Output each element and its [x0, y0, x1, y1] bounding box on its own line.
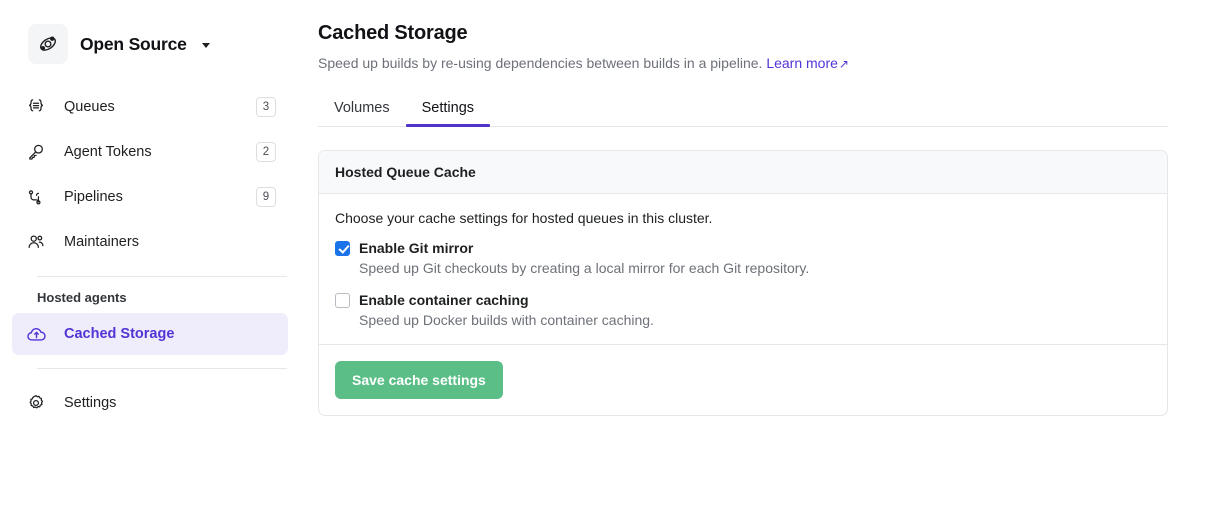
queues-icon	[26, 97, 52, 117]
org-switcher[interactable]: Open Source	[28, 24, 258, 64]
cloud-upload-icon	[26, 324, 52, 345]
sidebar-item-pipelines[interactable]: Pipelines 9	[12, 176, 288, 218]
orbit-icon	[28, 24, 68, 64]
app-root: Open Source Queues 3 Agent Tokens 2 Pipe…	[0, 0, 1219, 505]
card-footer: Save cache settings	[319, 345, 1167, 415]
sidebar-item-maintainers[interactable]: Maintainers	[12, 221, 288, 263]
tab-volumes[interactable]: Volumes	[318, 100, 406, 126]
nav-section-title: Hosted agents	[37, 290, 127, 305]
enable-git-mirror-description: Speed up Git checkouts by creating a loc…	[359, 260, 810, 276]
sidebar-item-label: Queues	[64, 99, 115, 115]
enable-container-caching-label[interactable]: Enable container caching	[359, 291, 529, 309]
sidebar-item-queues[interactable]: Queues 3	[12, 86, 288, 128]
people-icon	[26, 232, 52, 252]
gear-icon	[26, 393, 52, 413]
sidebar-item-badge: 3	[256, 97, 276, 117]
enable-container-caching-checkbox[interactable]	[335, 293, 350, 308]
page-subtitle: Speed up builds by re-using dependencies…	[318, 55, 1219, 71]
sidebar-item-label: Cached Storage	[64, 326, 175, 342]
sidebar-item-label: Settings	[64, 395, 117, 411]
save-cache-settings-button[interactable]: Save cache settings	[335, 361, 503, 399]
pipeline-icon	[26, 187, 52, 207]
enable-container-caching-description: Speed up Docker builds with container ca…	[359, 312, 654, 328]
key-icon	[26, 142, 52, 162]
primary-nav: Queues 3 Agent Tokens 2 Pipelines 9 Main…	[0, 86, 300, 424]
tab-settings[interactable]: Settings	[405, 100, 491, 127]
page-subtitle-text: Speed up builds by re-using dependencies…	[318, 55, 763, 71]
hosted-queue-cache-card: Hosted Queue Cache Choose your cache set…	[318, 150, 1168, 416]
enable-git-mirror-checkbox[interactable]	[335, 241, 350, 256]
option-container-caching[interactable]: Enable container caching	[335, 291, 1151, 309]
chevron-down-icon	[201, 43, 210, 48]
sidebar-item-cached-storage[interactable]: Cached Storage	[12, 313, 288, 355]
card-body: Choose your cache settings for hosted qu…	[319, 194, 1167, 345]
card-intro-text: Choose your cache settings for hosted qu…	[335, 210, 713, 226]
nav-divider-top	[37, 276, 287, 277]
sidebar-item-label: Maintainers	[64, 234, 139, 250]
sidebar-item-agent-tokens[interactable]: Agent Tokens 2	[12, 131, 288, 173]
sidebar: Open Source Queues 3 Agent Tokens 2 Pipe…	[0, 0, 300, 505]
sidebar-item-badge: 2	[256, 142, 276, 162]
sidebar-item-label: Pipelines	[64, 189, 123, 205]
tab-bar: Volumes Settings	[318, 91, 1168, 127]
enable-git-mirror-label[interactable]: Enable Git mirror	[359, 239, 473, 257]
sidebar-item-badge: 9	[256, 187, 276, 207]
main-content: Cached Storage Speed up builds by re-usi…	[300, 0, 1219, 505]
org-name: Open Source	[80, 33, 187, 54]
nav-divider-bottom	[37, 368, 287, 369]
external-link-icon: ↗	[838, 57, 849, 71]
option-git-mirror[interactable]: Enable Git mirror	[335, 239, 1151, 257]
learn-more-link[interactable]: Learn more	[766, 55, 838, 71]
card-header: Hosted Queue Cache	[319, 151, 1167, 194]
sidebar-item-label: Agent Tokens	[64, 144, 152, 160]
page-title: Cached Storage	[318, 22, 468, 44]
sidebar-item-settings[interactable]: Settings	[12, 382, 288, 424]
